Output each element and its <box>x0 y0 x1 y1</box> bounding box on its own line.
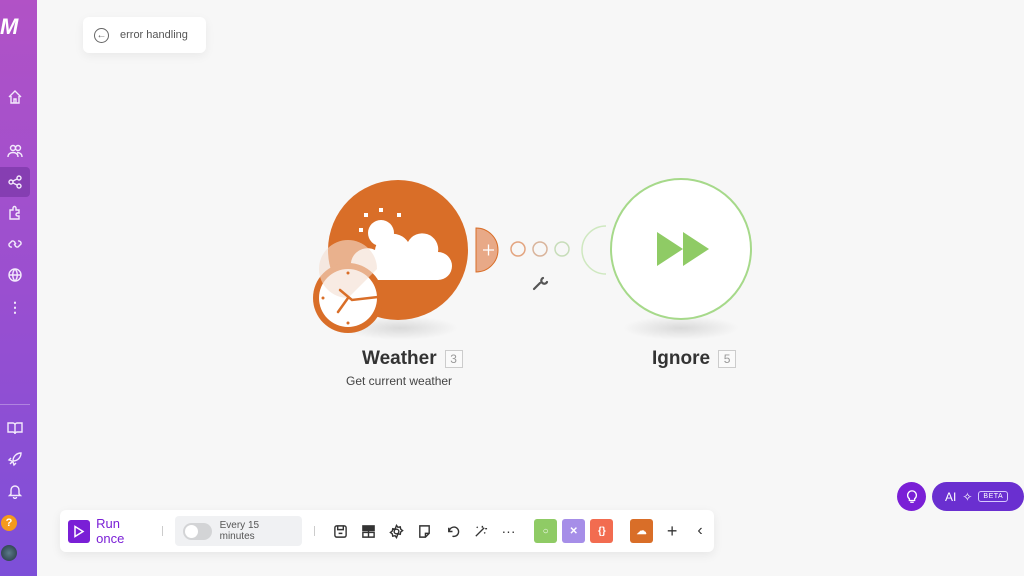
notes-icon[interactable] <box>411 517 439 546</box>
lightbulb-icon <box>906 489 917 503</box>
module-title: Weather <box>362 348 437 369</box>
schedule-label: Every 15 minutes <box>219 520 260 542</box>
tools-icon[interactable]: ○ <box>534 519 558 543</box>
save-icon[interactable] <box>327 517 355 546</box>
chevron-left-icon[interactable]: ‹ <box>686 517 714 546</box>
scenario-toolbar: Run once Every 15 minutes ··· ○ ✕ {} ☁ +… <box>60 510 714 552</box>
module-id-badge: 5 <box>718 350 737 368</box>
divider <box>161 526 163 536</box>
blueprint-icon[interactable] <box>355 517 383 546</box>
scenario-canvas <box>313 178 752 340</box>
sparkle-icon: ✧ <box>962 489 973 504</box>
module-subtitle: Get current weather <box>346 374 453 388</box>
run-once-label[interactable]: Run once <box>96 516 150 546</box>
wrench-icon[interactable] <box>532 276 549 291</box>
play-icon <box>74 524 85 538</box>
module-id-badge: 3 <box>444 350 463 368</box>
weather-label[interactable]: Weather 3 <box>362 348 463 370</box>
weather-module[interactable] <box>313 180 499 333</box>
ai-assistant-button[interactable]: AI ✧ BETA <box>932 482 1024 511</box>
run-once-button[interactable] <box>68 519 91 543</box>
flow-control-icon[interactable]: ✕ <box>562 519 586 543</box>
module-title: Ignore <box>652 348 711 369</box>
text-parser-icon[interactable]: {} <box>590 519 614 543</box>
route-connector[interactable] <box>510 225 607 275</box>
ignore-module[interactable] <box>610 178 752 320</box>
ai-label: AI <box>945 489 957 504</box>
gear-icon[interactable] <box>383 517 411 546</box>
more-icon[interactable]: ··· <box>495 517 523 546</box>
magic-wand-icon[interactable] <box>467 517 495 546</box>
undo-icon[interactable] <box>439 517 467 546</box>
schedule-control[interactable]: Every 15 minutes <box>174 516 302 546</box>
ignore-label[interactable]: Ignore 5 <box>652 348 737 370</box>
divider <box>313 526 315 536</box>
lightbulb-button[interactable] <box>897 482 926 511</box>
plus-icon[interactable]: + <box>658 517 686 546</box>
scheduling-toggle[interactable] <box>182 522 212 540</box>
weather-app-icon[interactable]: ☁ <box>630 519 654 543</box>
beta-badge: BETA <box>978 491 1009 502</box>
